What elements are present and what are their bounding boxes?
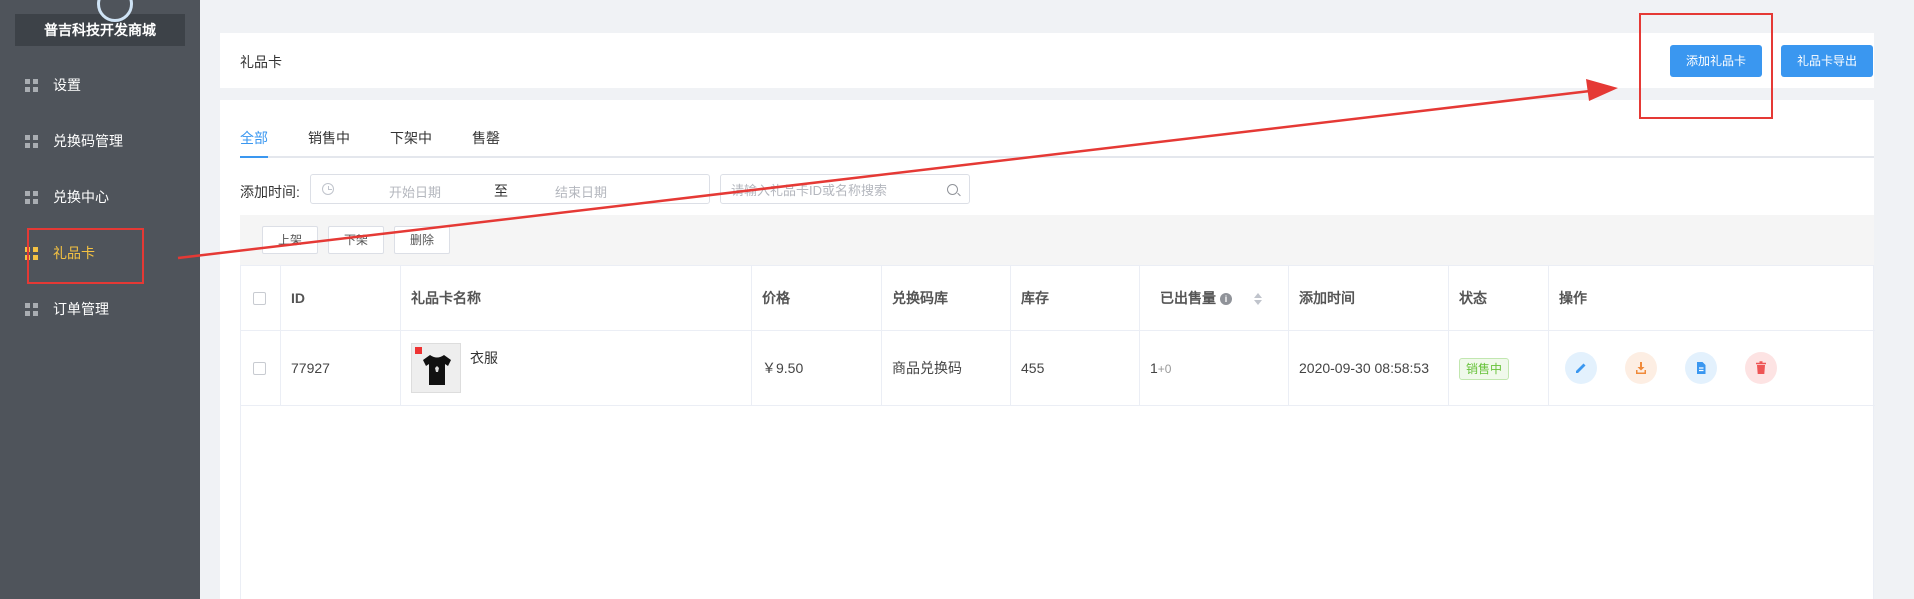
annotation-arrow (177, 79, 1618, 260)
